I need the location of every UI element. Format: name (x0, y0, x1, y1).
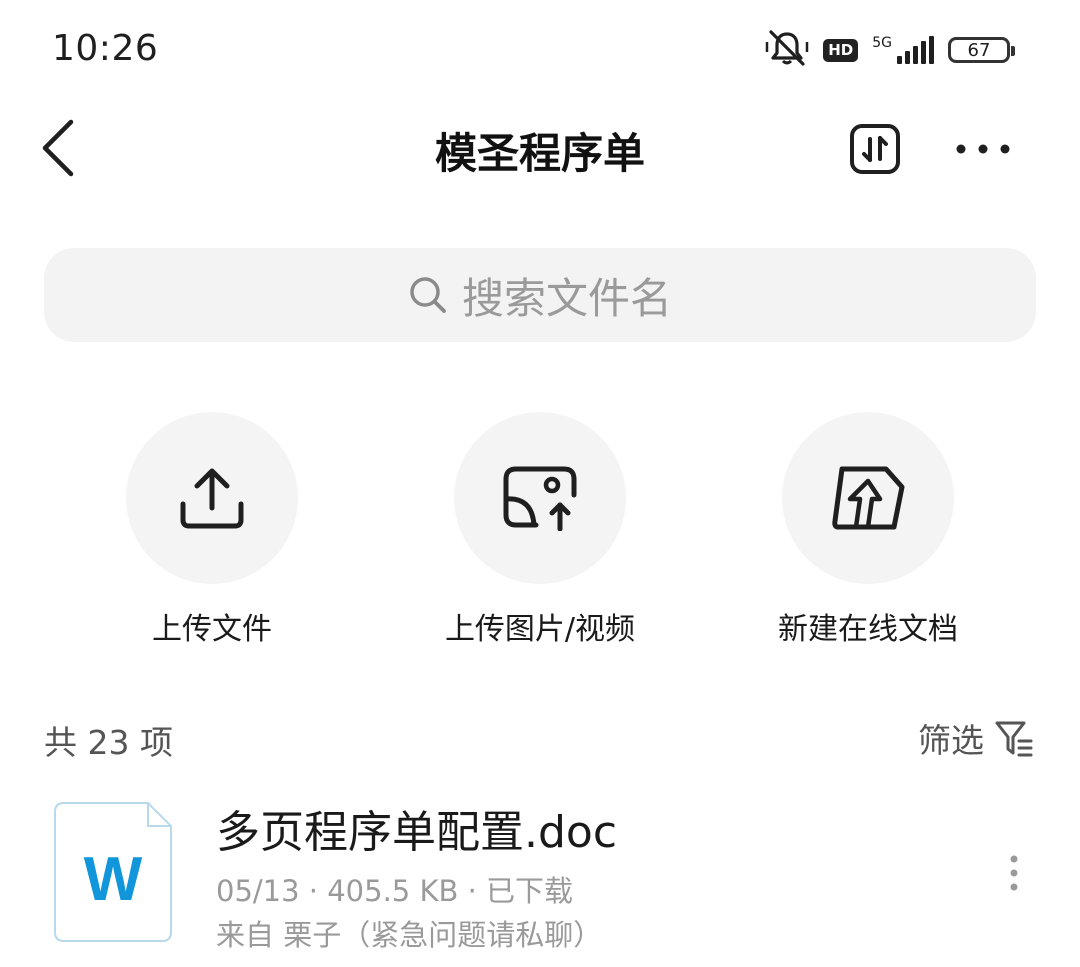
status-time: 10:26 (52, 28, 159, 69)
file-more-button[interactable] (996, 848, 1032, 898)
search-icon (410, 277, 446, 313)
network-label: 5G (872, 35, 892, 51)
filter-icon (995, 721, 1033, 757)
file-list-item[interactable]: W 多页程序单配置.doc 05/13 · 405.5 KB · 已下载 来自 … (0, 790, 1080, 967)
item-count: 共 23 项 (44, 723, 173, 762)
mute-icon (765, 28, 809, 72)
upload-file-circle (126, 412, 298, 584)
file-type-letter: W (84, 845, 143, 914)
battery-icon: 67 (948, 37, 1015, 63)
battery-level: 67 (967, 39, 991, 61)
upload-file-label: 上传文件 (152, 612, 272, 647)
upload-image-video-label: 上传图片/视频 (444, 612, 636, 647)
more-icon (956, 144, 1010, 154)
upload-image-circle (454, 412, 626, 584)
new-doc-circle (782, 412, 954, 584)
search-placeholder: 搜索文件名 (461, 273, 672, 323)
new-doc-icon (832, 466, 905, 530)
filter-button[interactable]: 筛选 (918, 714, 1034, 762)
file-meta: 05/13 · 405.5 KB · 已下载 (216, 874, 574, 908)
file-name: 多页程序单配置.doc (216, 807, 618, 858)
upload-image-video-button[interactable]: 上传图片/视频 (410, 412, 670, 648)
upload-icon (180, 468, 244, 529)
new-online-doc-button[interactable]: 新建在线文档 (738, 412, 998, 648)
signal-icon: 5G (872, 36, 934, 64)
vertical-more-icon (1010, 855, 1018, 891)
new-online-doc-label: 新建在线文档 (778, 612, 958, 647)
filter-label: 筛选 (918, 721, 984, 760)
page-title: 模圣程序单 (434, 129, 645, 178)
search-input[interactable]: 搜索文件名 (44, 248, 1036, 342)
hd-icon: HD (823, 38, 859, 62)
sort-icon (850, 124, 900, 174)
image-upload-icon (503, 466, 577, 531)
sort-button[interactable] (848, 122, 902, 176)
upload-file-button[interactable]: 上传文件 (82, 412, 342, 648)
file-source: 来自 栗子（紧急问题请私聊） (216, 918, 603, 952)
more-button[interactable] (950, 122, 1016, 176)
word-doc-icon: W (54, 802, 172, 942)
status-icons: HD 5G 67 (765, 28, 1015, 72)
